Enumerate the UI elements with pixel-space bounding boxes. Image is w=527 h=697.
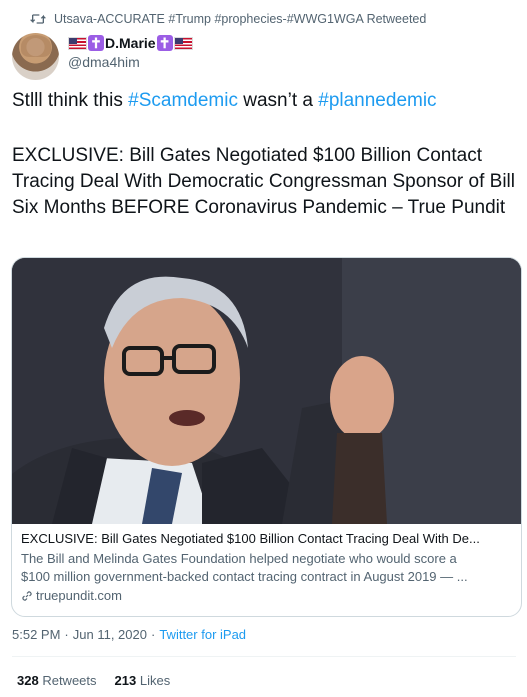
retweet-text: Utsava-ACCURATE #Trump #prophecies-#WWG1…: [54, 12, 427, 26]
retweet-icon: [30, 14, 46, 24]
hashtag-link[interactable]: #plannedemic: [318, 90, 436, 111]
hashtag-link[interactable]: #Scamdemic: [128, 90, 238, 111]
retweet-context[interactable]: Utsava-ACCURATE #Trump #prophecies-#WWG1…: [30, 10, 426, 28]
tweet-source-link[interactable]: Twitter for iPad: [159, 627, 246, 642]
card-domain-text: truepundit.com: [36, 588, 122, 603]
avatar[interactable]: [12, 33, 59, 80]
author-handle[interactable]: @dma4him: [68, 54, 140, 70]
card-description: The Bill and Melinda Gates Foundation he…: [21, 550, 513, 586]
tweet-stats: 328 Retweets 213 Likes: [17, 673, 170, 688]
retweets-count: 328: [17, 673, 39, 688]
divider: [12, 656, 516, 657]
us-flag-icon: [68, 36, 87, 50]
card-title: EXCLUSIVE: Bill Gates Negotiated $100 Bi…: [21, 531, 480, 546]
card-description-line: The Bill and Melinda Gates Foundation he…: [21, 551, 457, 566]
retweets-label: Retweets: [42, 673, 97, 688]
author-name: D.Marie: [105, 35, 156, 51]
tweet-text-segment: Stlll think this: [12, 90, 129, 111]
tweet-text-body: EXCLUSIVE: Bill Gates Negotiated $100 Bi…: [12, 145, 515, 218]
tweet-text-line1: Stlll think this #Scamdemic wasn’t a #pl…: [12, 88, 517, 114]
card-image: [12, 258, 521, 524]
likes-label: Likes: [139, 673, 171, 688]
author-name-row[interactable]: ✝ D.Marie ✝: [68, 35, 193, 51]
meta-separator: ·: [150, 627, 156, 642]
card-domain: truepundit.com: [21, 587, 513, 605]
likes-stat[interactable]: 213 Likes: [115, 673, 171, 688]
card-description-line: $100 million government-backed contact t…: [21, 569, 468, 584]
us-flag-icon: [173, 36, 193, 50]
tweet-date[interactable]: Jun 11, 2020: [73, 627, 147, 642]
cross-icon: ✝: [88, 35, 104, 51]
tweet-meta: 5:52 PM · Jun 11, 2020 · Twitter for iPa…: [12, 627, 246, 642]
card-text: EXCLUSIVE: Bill Gates Negotiated $100 Bi…: [21, 530, 513, 605]
link-icon: [22, 591, 32, 601]
tweet-time[interactable]: 5:52 PM: [12, 627, 60, 642]
meta-separator: ·: [64, 627, 69, 642]
likes-count: 213: [114, 673, 137, 688]
retweets-stat[interactable]: 328 Retweets: [17, 673, 97, 688]
cross-icon: ✝: [156, 35, 173, 51]
tweet-text-segment: wasn’t a: [237, 90, 319, 111]
link-card[interactable]: EXCLUSIVE: Bill Gates Negotiated $100 Bi…: [11, 257, 522, 617]
